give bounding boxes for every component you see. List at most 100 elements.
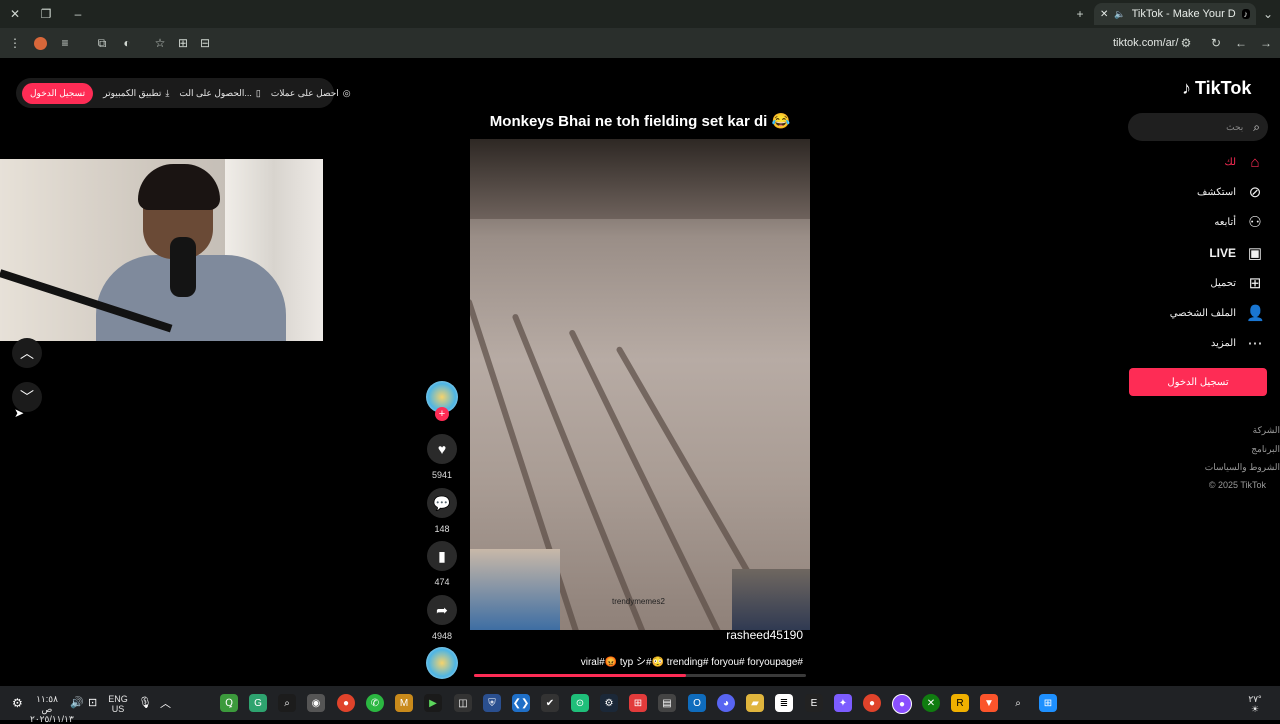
back-icon[interactable]: ←	[1231, 33, 1251, 53]
translate-icon[interactable]: ⊞	[173, 33, 193, 53]
checkmark-icon[interactable]: ✔	[541, 694, 559, 712]
tab-tiktok[interactable]: ✕ 🔈 TikTok - Make Your Day ♪	[1094, 3, 1256, 25]
search-taskbar-icon[interactable]: ⌕	[278, 694, 296, 712]
video-progress-bar[interactable]	[474, 674, 806, 677]
bookmark-star-icon[interactable]: ☆	[150, 33, 170, 53]
close-window-icon[interactable]: ✕	[5, 4, 25, 24]
footer-link-company[interactable]: الشركة	[1253, 425, 1280, 436]
share-button[interactable]: ➦	[427, 595, 457, 625]
epic-games-icon[interactable]: E	[805, 694, 823, 712]
app-icon[interactable]: ⊞	[629, 694, 647, 712]
app-icon[interactable]: R	[951, 694, 969, 712]
footer-copyright: © 2025 TikTok	[1208, 480, 1266, 490]
sidebar-item-more[interactable]: المزيد ⋯	[1124, 331, 1264, 355]
folder-icon[interactable]: ▰	[746, 694, 764, 712]
tab-search-icon[interactable]: ⌄	[1258, 4, 1278, 24]
video-top-shadow	[470, 139, 810, 219]
extension-icon[interactable]: ◐	[117, 33, 137, 53]
get-coins-label: احصل على عملات	[270, 87, 339, 98]
play-icon[interactable]: ▶	[424, 694, 442, 712]
app-icon[interactable]: ◉	[307, 694, 325, 712]
tray-chevron-up-icon[interactable]: ︿	[160, 695, 171, 711]
video-username[interactable]: rasheed45190	[700, 628, 803, 642]
sidebar-item-following[interactable]: أتابعه ⚇	[1124, 210, 1264, 234]
app-icon[interactable]: Ꝗ	[220, 694, 238, 712]
profile-avatar-icon[interactable]	[30, 33, 50, 53]
minimize-window-icon[interactable]: –	[68, 4, 88, 24]
get-app-link[interactable]: الحصول على الت... ▯	[179, 88, 260, 99]
live-icon: ▣	[1247, 245, 1263, 262]
sidebar-item-label: استكشف	[1197, 186, 1236, 198]
search-input[interactable]: بحث ⌕	[1128, 113, 1268, 141]
volume-icon[interactable]: 🔊	[70, 696, 84, 709]
language-indicator[interactable]: ENG US	[106, 694, 130, 714]
sidebar-item-profile[interactable]: الملف الشخصي 👤	[1124, 301, 1265, 325]
discord-icon[interactable]: ◕	[717, 694, 735, 712]
video-hashtags[interactable]: viral#😡 typ シ#😳 trending# foryou# foryou…	[530, 653, 803, 668]
desktop-app-link[interactable]: تطبيق الكمبيوتر ⤓	[103, 88, 169, 99]
reaction-inset-right	[732, 569, 810, 630]
extensions-icon[interactable]: ⧉	[92, 33, 112, 53]
app-icon[interactable]: ◫	[454, 694, 472, 712]
restore-window-icon[interactable]: ❐	[36, 4, 56, 24]
sound-avatar[interactable]	[426, 647, 458, 679]
menu-icon[interactable]: ⋮	[5, 33, 25, 53]
site-settings-icon[interactable]: ⚙	[1176, 33, 1196, 53]
app-icon[interactable]: G	[249, 694, 267, 712]
chrome-active-icon[interactable]: ●	[892, 694, 912, 714]
microphone-icon[interactable]: 🎙	[138, 696, 152, 709]
app-icon[interactable]: ≣	[775, 694, 793, 712]
following-icon: ⚇	[1248, 214, 1262, 231]
tab-close-icon[interactable]: ✕	[1100, 9, 1108, 20]
mouse-cursor-icon: ➤	[14, 406, 25, 420]
weather-widget[interactable]: ٢٧° ☀	[1240, 694, 1270, 714]
sidebar-item-label: المزيد	[1210, 337, 1236, 349]
forward-icon[interactable]: →	[1256, 33, 1276, 53]
copilot-icon[interactable]: ✦	[834, 694, 852, 712]
outlook-icon[interactable]: O	[688, 694, 706, 712]
xbox-icon[interactable]: ✕	[922, 694, 940, 712]
vscode-icon[interactable]: ❮❯	[512, 694, 530, 712]
tiktok-logo[interactable]: ♪ TikTok	[1182, 78, 1251, 99]
follow-plus-icon[interactable]: +	[435, 407, 449, 421]
sidebar-item-explore[interactable]: استكشف ⊘	[1124, 180, 1264, 204]
search-icon[interactable]: ⌕	[1009, 694, 1027, 712]
top-actions-bar: تسجيل الدخول تطبيق الكمبيوتر ⤓ الحصول عل…	[16, 78, 351, 108]
get-coins-link[interactable]: احصل على عملات ◎	[271, 88, 351, 99]
previous-video-button[interactable]: ︿	[12, 338, 42, 368]
top-login-button[interactable]: تسجيل الدخول	[22, 82, 94, 104]
shield-icon[interactable]: ⛨	[483, 694, 501, 712]
brave-icon[interactable]: ▼	[980, 694, 998, 712]
sidebar-item-for-you[interactable]: لك ⌂	[1124, 150, 1264, 174]
sidebar-item-upload[interactable]: تحميل ⊞	[1124, 271, 1264, 295]
search-placeholder: بحث	[1226, 121, 1244, 132]
address-bar[interactable]: tiktok.com/ar/	[1113, 37, 1178, 49]
heart-icon: ♥	[437, 441, 447, 457]
windows-start-icon[interactable]: ⊞	[1039, 694, 1057, 712]
new-tab-icon[interactable]: +	[1070, 4, 1090, 24]
phone-icon: ▯	[255, 87, 261, 98]
whatsapp-icon[interactable]: ✆	[366, 694, 384, 712]
footer-link-terms[interactable]: الشروط والسياسات	[1205, 462, 1280, 473]
settings-gear-icon[interactable]: ⚙	[12, 696, 23, 710]
install-app-icon[interactable]: ⊟	[195, 33, 215, 53]
footer-link-program[interactable]: البرنامج	[1251, 444, 1280, 455]
comment-button[interactable]: 💬	[427, 488, 457, 518]
steam-icon[interactable]: ⚙	[600, 694, 618, 712]
microphone	[170, 237, 196, 297]
network-icon[interactable]: ⊡	[88, 696, 97, 709]
app-icon[interactable]: ⊙	[571, 694, 589, 712]
reload-icon[interactable]: ↻	[1206, 33, 1226, 53]
profile-icon: 👤	[1246, 305, 1265, 322]
chrome-icon[interactable]: ●	[337, 694, 355, 712]
app-icon[interactable]: M	[395, 694, 413, 712]
chrome-icon[interactable]: ●	[863, 694, 881, 712]
video-player[interactable]: trendymemes2	[470, 139, 810, 630]
app-icon[interactable]: ▤	[658, 694, 676, 712]
save-button[interactable]: ▮	[427, 541, 457, 571]
reading-list-icon[interactable]: ≡	[55, 33, 75, 53]
get-app-label: الحصول على الت...	[179, 87, 252, 98]
sidebar-item-live[interactable]: LIVE ▣	[1124, 241, 1264, 265]
like-button[interactable]: ♥	[427, 434, 457, 464]
sidebar-login-button[interactable]: تسجيل الدخول	[1129, 368, 1267, 396]
